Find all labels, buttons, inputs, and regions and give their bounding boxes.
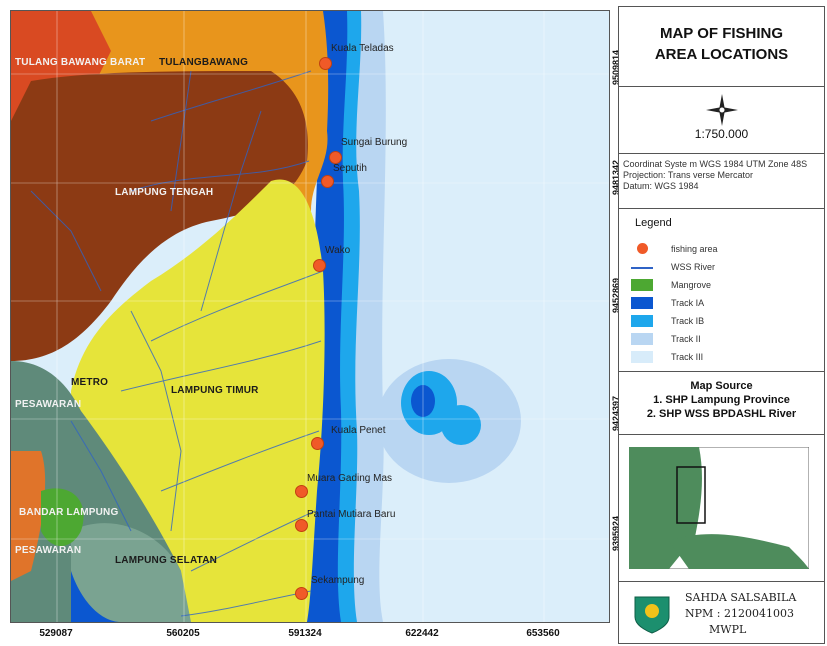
university-logo-icon <box>634 596 670 634</box>
coordinate-system: Coordinat Syste m WGS 1984 UTM Zone 48S … <box>619 153 824 209</box>
region-label-metro: METRO <box>71 377 109 388</box>
track-ii-swatch <box>631 333 653 345</box>
fishing-area-label: Muara Gading Mas <box>307 473 393 484</box>
river-swatch <box>631 267 653 269</box>
fishing-area-marker[interactable] <box>321 175 334 188</box>
fishing-area-marker[interactable] <box>295 485 308 498</box>
fishing-area-label: Kuala Teladas <box>331 43 394 54</box>
title-line-1: MAP OF FISHING <box>659 25 784 42</box>
north-arrow-icon <box>706 94 738 126</box>
region-label-tulangbawang: TULANGBAWANG <box>159 57 249 68</box>
map-canvas <box>11 11 609 622</box>
map-source: Map Source 1. SHP Lampung Province 2. SH… <box>619 371 824 435</box>
author-npm: NPM : 2120041003 <box>685 607 794 620</box>
fishing-area-marker[interactable] <box>311 437 324 450</box>
fishing-area-label: Pantai Mutiara Baru <box>307 509 396 520</box>
map-frame[interactable]: TULANG BAWANG BARAT TULANGBAWANG LAMPUNG… <box>10 10 610 623</box>
coord-line: Projection: Trans verse Mercator <box>623 170 754 180</box>
fishing-area-label: Sekampung <box>311 575 365 586</box>
map-source-item: 1. SHP Lampung Province <box>653 394 790 406</box>
coord-line: Coordinat Syste m WGS 1984 UTM Zone 48S <box>623 159 808 169</box>
region-label-lampung-timur: LAMPUNG TIMUR <box>171 385 259 396</box>
mangrove-swatch <box>631 279 653 291</box>
fishing-area-label: Wako <box>325 245 351 256</box>
map-info-panel: MAP OF FISHING AREA LOCATIONS 1:750.000 … <box>618 6 825 644</box>
title-line-2: AREA LOCATIONS <box>654 46 789 63</box>
author-name: SAHDA SALSABILA <box>685 591 797 604</box>
fishing-area-marker[interactable] <box>295 519 308 532</box>
region-label-bandar-lampung: BANDAR LAMPUNG <box>19 507 119 518</box>
x-tick-label: 622442 <box>405 628 439 639</box>
fishing-area-label: Sungai Burung <box>341 137 408 148</box>
scale-box <box>619 87 824 154</box>
x-tick-label: 653560 <box>526 628 560 639</box>
legend-title: Legend <box>635 217 672 229</box>
map-title: MAP OF FISHING AREA LOCATIONS <box>619 7 824 87</box>
x-tick-label: 560205 <box>166 628 200 639</box>
fishing-area-label: Seputih <box>333 163 367 174</box>
map-source-title: Map Source <box>690 380 753 392</box>
fishing-area-marker[interactable] <box>313 259 326 272</box>
x-tick-label: 529087 <box>39 628 73 639</box>
region-label-lampung-tengah: LAMPUNG TENGAH <box>115 187 214 198</box>
offshore-track-ib-2 <box>441 405 481 445</box>
region-label-lampung-selatan: LAMPUNG SELATAN <box>115 555 218 566</box>
fishing-area-label: Kuala Penet <box>331 425 386 436</box>
track-ib-swatch <box>631 315 653 327</box>
fishing-area-marker[interactable] <box>319 57 332 70</box>
legend: Legend fishing area WSS River Mangrove T… <box>619 209 824 372</box>
fishing-area-swatch <box>637 243 648 254</box>
track-ia-swatch <box>631 297 653 309</box>
author-program: MWPL <box>709 623 747 636</box>
region-label-tulang-bawang-barat: TULANG BAWANG BARAT <box>15 57 146 68</box>
fishing-area-marker[interactable] <box>295 587 308 600</box>
region-label-pesawaran-2: PESAWARAN <box>15 545 82 556</box>
map-source-item: 2. SHP WSS BPDASHL River <box>646 408 797 420</box>
map-scale: 1:750.000 <box>694 127 749 141</box>
region-label-pesawaran: PESAWARAN <box>15 399 82 410</box>
x-tick-label: 591324 <box>288 628 322 639</box>
inset-map[interactable] <box>629 447 809 569</box>
inset-map-box <box>619 435 824 582</box>
coord-line: Datum: WGS 1984 <box>623 181 699 191</box>
author-box: SAHDA SALSABILA NPM : 2120041003 MWPL <box>619 581 824 643</box>
track-iii-swatch <box>631 351 653 363</box>
